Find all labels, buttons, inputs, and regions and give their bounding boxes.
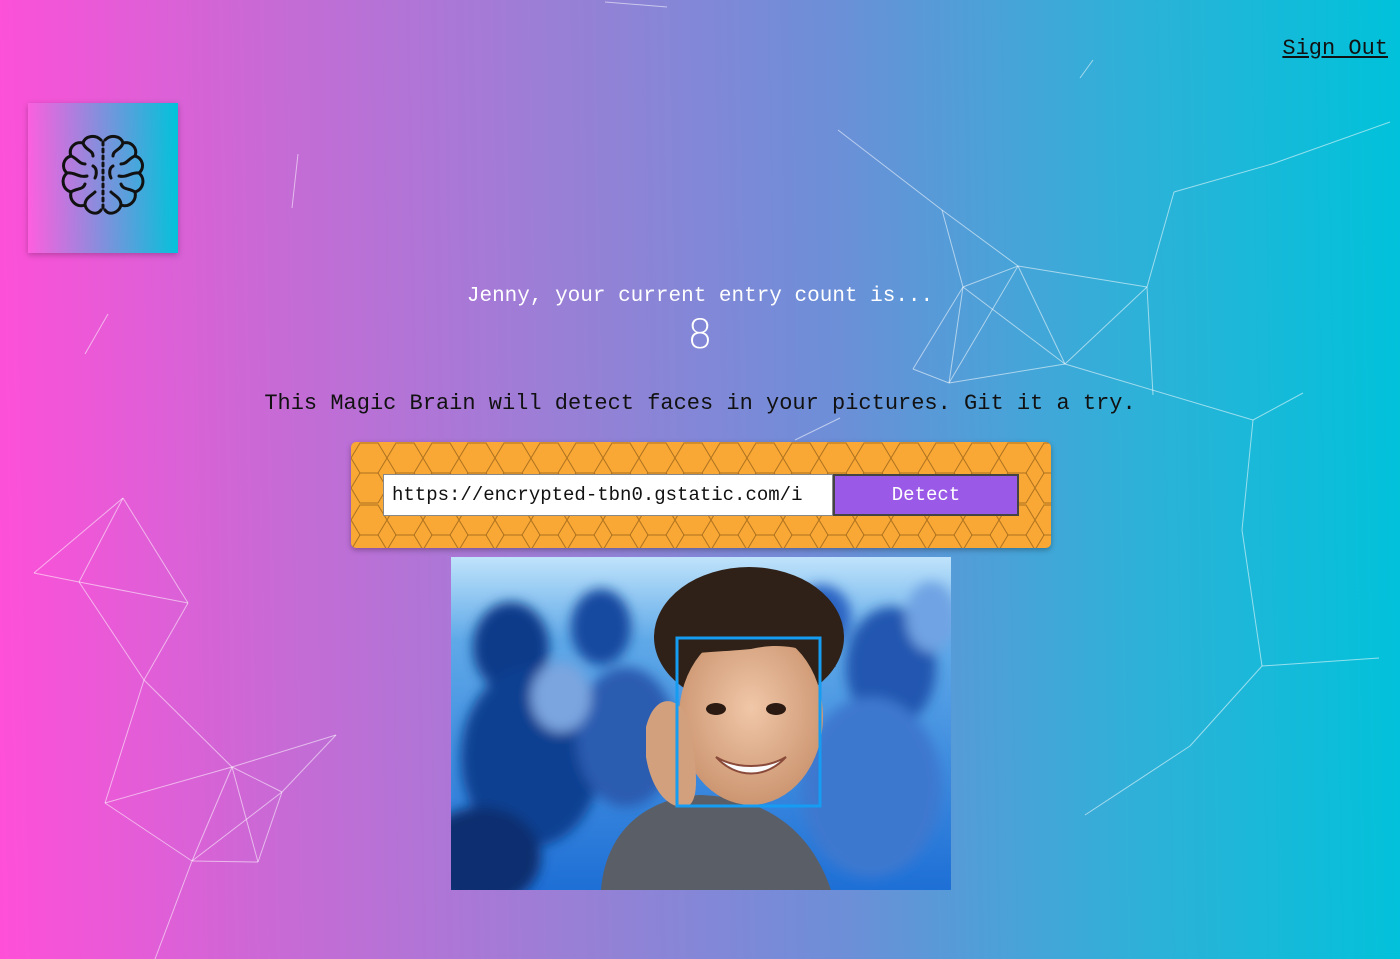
entry-count-intro: Jenny, your current entry count is... — [466, 285, 934, 308]
image-link-form: Detect — [351, 442, 1051, 548]
entry-count-value: 8 — [687, 312, 713, 358]
app-description: This Magic Brain will detect faces in yo… — [264, 391, 1136, 416]
detect-button[interactable]: Detect — [833, 474, 1019, 516]
input-photo — [451, 557, 951, 890]
logo — [28, 103, 178, 253]
sign-out-link[interactable]: Sign Out — [1282, 36, 1388, 61]
face-recognition-image — [451, 557, 951, 890]
brain-icon — [61, 134, 145, 215]
image-url-input[interactable] — [383, 474, 833, 516]
